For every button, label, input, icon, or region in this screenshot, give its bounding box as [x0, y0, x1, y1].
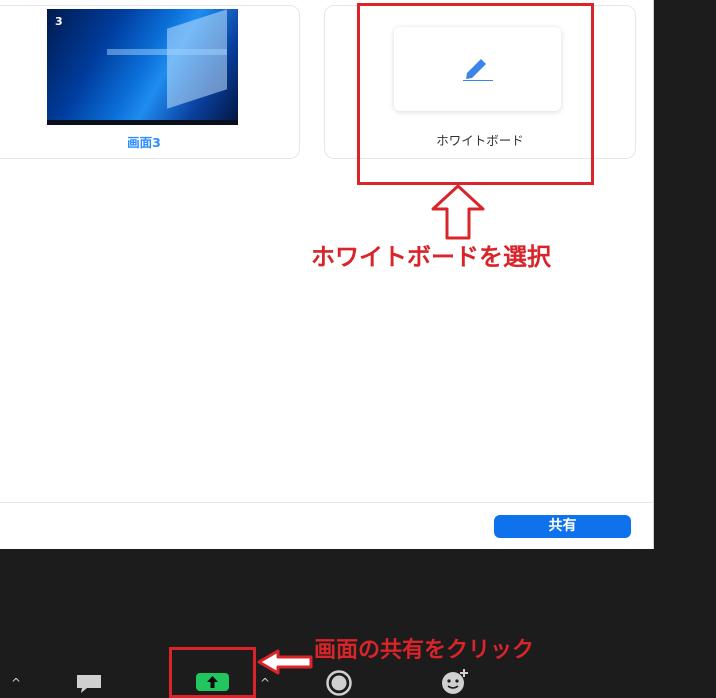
screen-thumbnail: 3	[47, 9, 238, 125]
reactions-icon[interactable]	[440, 668, 472, 696]
up-arrow-icon	[431, 184, 485, 240]
left-arrow-icon	[257, 649, 313, 675]
record-icon[interactable]	[325, 670, 353, 696]
screen-option-label: 画面3	[127, 135, 161, 150]
annotation-select-whiteboard: ホワイトボードを選択	[311, 243, 551, 271]
share-button[interactable]: 共有	[494, 515, 631, 538]
caret-up-icon[interactable]: ^	[11, 676, 21, 690]
share-screen-icon	[207, 676, 218, 688]
footer-divider	[0, 502, 653, 503]
annotation-click-share: 画面の共有をクリック	[314, 638, 535, 663]
caret-up-icon[interactable]: ^	[260, 676, 270, 690]
share-screen-button[interactable]	[196, 673, 229, 691]
whiteboard-highlight-box	[357, 3, 594, 185]
screen-number: 3	[55, 15, 63, 28]
screen-option-card[interactable]: 3 画面3	[0, 5, 300, 159]
chat-icon[interactable]	[75, 673, 103, 695]
